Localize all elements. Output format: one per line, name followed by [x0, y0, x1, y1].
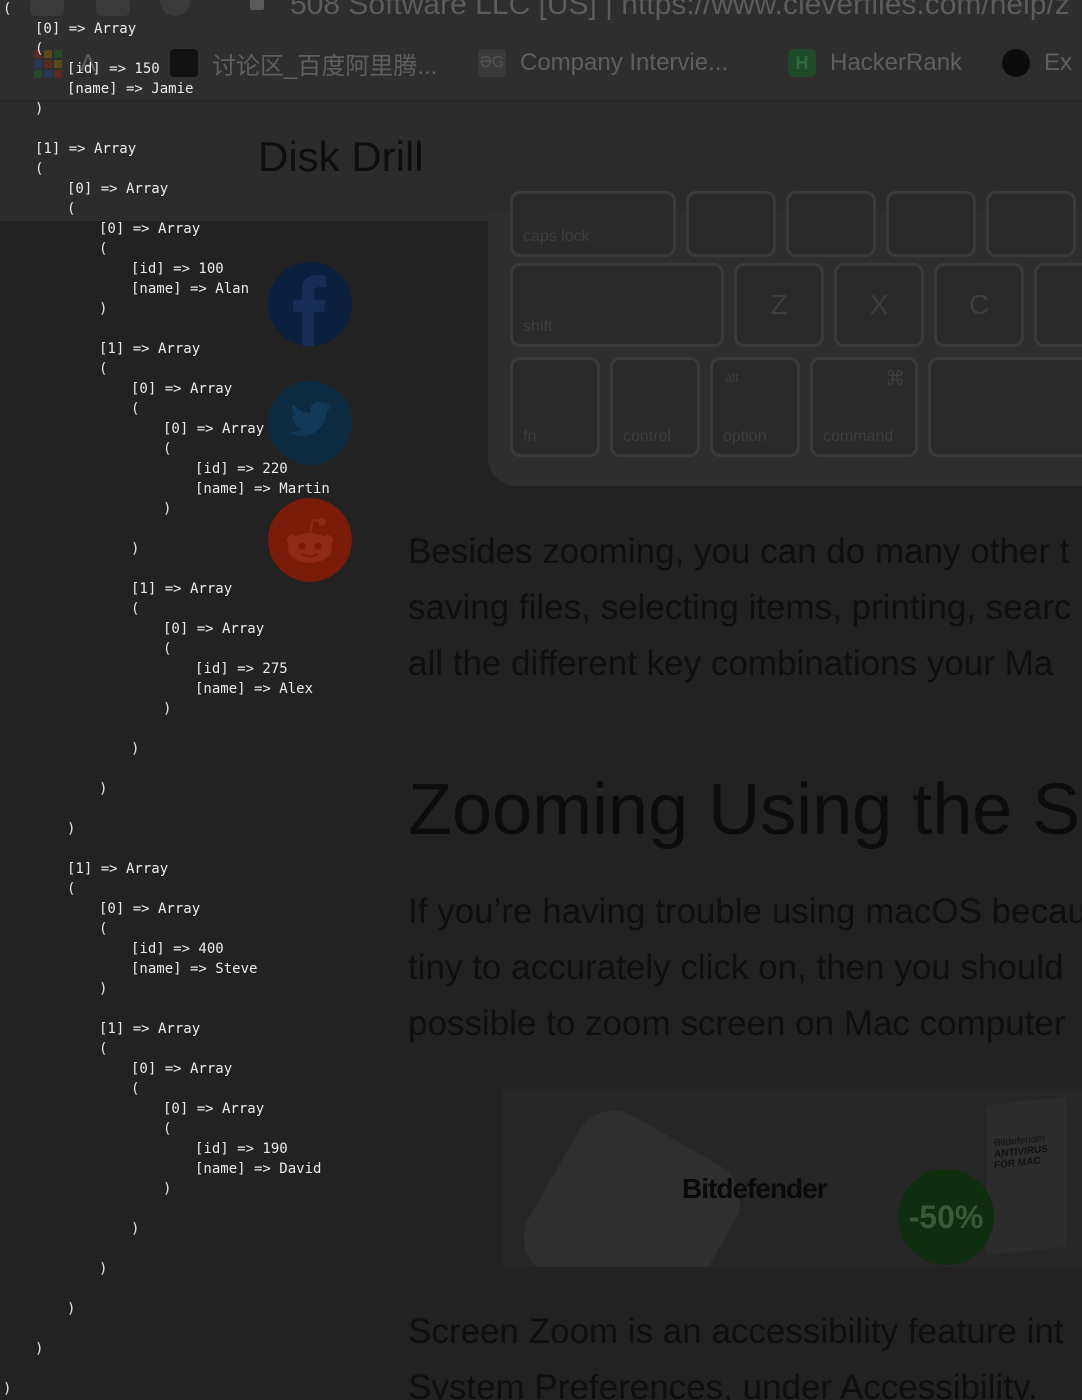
key-z: Z: [734, 263, 824, 347]
code-line: ): [67, 821, 76, 837]
key-option: alt option: [710, 357, 800, 457]
code-line: ): [35, 101, 44, 117]
code-line: (: [67, 881, 76, 897]
code-line: [0] => Array: [67, 181, 169, 197]
code-line: [0] => Array: [131, 1061, 233, 1077]
product-box-image: Bitdefender ANTIVIRUS FOR MAC: [986, 1096, 1066, 1256]
code-line: [1] => Array: [35, 141, 137, 157]
key-control: control: [610, 357, 700, 457]
code-line: (: [99, 921, 108, 937]
bookmark-github[interactable]: Ex: [1002, 48, 1072, 78]
key-space: [928, 357, 1082, 457]
code-line: (: [99, 361, 108, 377]
command-icon: ⌘: [885, 368, 905, 390]
code-line: (: [163, 1121, 172, 1137]
code-line: [0] => Array: [163, 421, 265, 437]
code-line: (: [35, 161, 44, 177]
bookmark-label: Ex: [1044, 49, 1073, 76]
hackerrank-icon: H: [788, 49, 816, 77]
code-line: [name] => David: [195, 1161, 322, 1177]
code-line: ): [163, 501, 172, 517]
code-line: [id] => 220: [195, 461, 288, 477]
code-line: ): [3, 1381, 12, 1397]
key-label: Z: [770, 289, 788, 320]
code-line: ): [35, 1341, 44, 1357]
key-label: X: [869, 289, 889, 320]
code-line: [0] => Array: [99, 221, 201, 237]
code-line: [id] => 190: [195, 1141, 288, 1157]
key-c: C: [934, 263, 1024, 347]
key: [686, 191, 776, 257]
bookmark-label: HackerRank: [830, 49, 963, 76]
code-line: ): [163, 1181, 172, 1197]
code-line: ): [131, 741, 140, 757]
key-x: X: [834, 263, 924, 347]
key-label: control: [623, 428, 672, 445]
key-label: option: [723, 428, 767, 445]
key: [986, 191, 1076, 257]
key-label: command: [823, 428, 894, 445]
code-line: (: [131, 601, 140, 617]
code-line: (: [99, 1041, 108, 1057]
code-line: [1] => Array: [131, 581, 233, 597]
code-line: ): [99, 301, 108, 317]
code-line: ): [99, 781, 108, 797]
code-line: [name] => Alex: [195, 681, 314, 697]
code-line: [name] => Steve: [131, 961, 258, 977]
key-label: C: [968, 289, 990, 320]
code-line: [id] => 150: [67, 61, 160, 77]
code-line: (: [163, 441, 172, 457]
code-line: ): [99, 981, 108, 997]
key-command: ⌘ command: [810, 357, 918, 457]
code-line: (: [67, 201, 76, 217]
code-line: [1] => Array: [99, 341, 201, 357]
code-line: [name] => Jamie: [67, 81, 194, 97]
code-line: [id] => 400: [131, 941, 224, 957]
discount-badge: -50%: [898, 1169, 994, 1265]
code-line: (: [35, 41, 44, 57]
code-line: [id] => 100: [131, 261, 224, 277]
code-line: (: [163, 641, 172, 657]
code-line: [name] => Martin: [195, 481, 330, 497]
key: [886, 191, 976, 257]
key-label: alt: [725, 370, 739, 385]
code-line: [name] => Alan: [131, 281, 250, 297]
code-line: [id] => 275: [195, 661, 288, 677]
github-icon: [1002, 49, 1030, 77]
code-line: [0] => Array: [35, 21, 137, 37]
bookmark-hackerrank[interactable]: H HackerRank: [788, 48, 962, 78]
code-line: ): [131, 541, 140, 557]
code-line: (: [131, 401, 140, 417]
code-line: [0] => Array: [99, 901, 201, 917]
code-line: ): [163, 701, 172, 717]
code-line: ): [67, 1301, 76, 1317]
code-line: (: [131, 1081, 140, 1097]
array-dump-output: ( [0] => Array ( [id] => 150 [name] => Jamie…: [0, 0, 600, 1400]
ad-brand: Bitdefender: [682, 1173, 828, 1204]
code-line: [1] => Array: [67, 861, 169, 877]
code-line: ): [99, 1261, 108, 1277]
code-line: ): [131, 1221, 140, 1237]
code-line: [0] => Array: [163, 621, 265, 637]
code-line: (: [3, 1, 12, 17]
key-v: V: [1034, 263, 1082, 347]
code-line: [0] => Array: [163, 1101, 265, 1117]
code-line: [1] => Array: [99, 1021, 201, 1037]
key: [786, 191, 876, 257]
code-line: [0] => Array: [131, 381, 233, 397]
code-line: (: [99, 241, 108, 257]
